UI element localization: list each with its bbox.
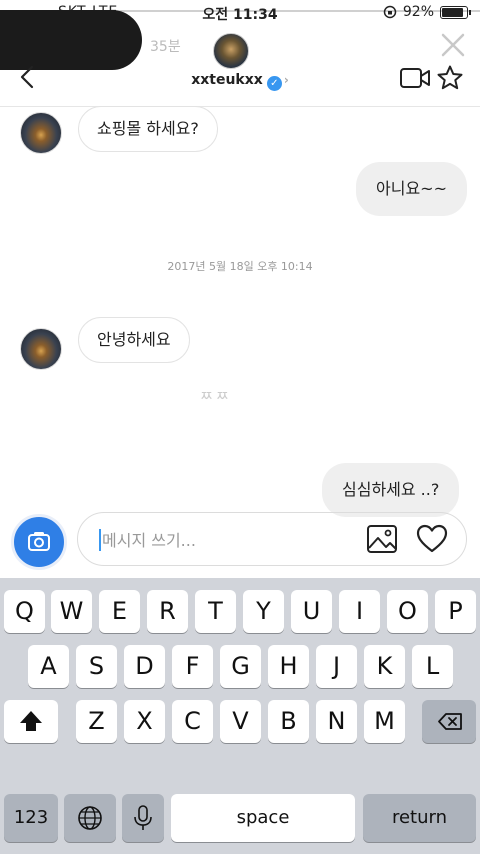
header-avatar[interactable] (213, 33, 249, 69)
key-label: V (232, 707, 249, 735)
key-label: J (332, 652, 341, 680)
header-divider (0, 106, 480, 107)
key-s[interactable]: S (76, 645, 117, 688)
keyboard: Q W E R T Y U I O P A S D F G H J K L Z … (0, 578, 480, 854)
globe-key[interactable] (64, 794, 116, 842)
message-timestamp: 2017년 5월 18일 오후 10:14 (167, 260, 313, 273)
key-label: O (398, 597, 417, 625)
rotation-lock-icon (383, 5, 397, 19)
key-label: X (136, 707, 153, 735)
key-label: 123 (13, 807, 49, 828)
message-input[interactable] (100, 513, 354, 567)
key-a[interactable]: A (28, 645, 69, 688)
status-right: 92% (383, 4, 471, 20)
key-label: W (59, 597, 84, 625)
key-label: Z (88, 707, 105, 735)
story-elapsed-time: 35분 (150, 39, 181, 55)
message-composer[interactable] (77, 512, 467, 567)
key-label: S (88, 652, 105, 680)
key-w[interactable]: W (51, 590, 92, 633)
heart-icon[interactable] (416, 523, 448, 555)
key-r[interactable]: R (147, 590, 188, 633)
message-outgoing: 심심하세요 ..? (322, 463, 460, 517)
key-t[interactable]: T (195, 590, 236, 633)
key-label: Y (256, 597, 271, 625)
key-label: space (236, 807, 290, 828)
key-label: R (159, 597, 176, 625)
key-n[interactable]: N (316, 700, 357, 743)
key-d[interactable]: D (124, 645, 165, 688)
key-v[interactable]: V (220, 700, 261, 743)
key-label: M (374, 707, 395, 735)
dictation-key[interactable] (122, 794, 164, 842)
key-o[interactable]: O (387, 590, 428, 633)
backspace-icon (438, 713, 462, 730)
message-outgoing: 아니요~~ (356, 162, 467, 216)
key-label: N (327, 707, 346, 735)
username: xxteukxx (191, 72, 263, 88)
key-label: return (391, 807, 448, 828)
message-incoming: 안녕하세요 (78, 317, 190, 363)
key-i[interactable]: I (339, 590, 380, 633)
key-f[interactable]: F (172, 645, 213, 688)
key-b[interactable]: B (268, 700, 309, 743)
key-h[interactable]: H (268, 645, 309, 688)
key-j[interactable]: J (316, 645, 357, 688)
key-label: C (184, 707, 201, 735)
key-label: F (185, 652, 200, 680)
video-call-icon[interactable] (399, 66, 431, 90)
key-label: I (355, 597, 364, 625)
space-key[interactable]: space (171, 794, 355, 842)
key-u[interactable]: U (291, 590, 332, 633)
key-label: L (425, 652, 440, 680)
key-k[interactable]: K (364, 645, 405, 688)
globe-icon (78, 806, 102, 830)
redaction-overlay (0, 10, 142, 70)
shift-icon (20, 711, 42, 731)
sender-avatar[interactable] (20, 328, 62, 370)
key-y[interactable]: Y (243, 590, 284, 633)
key-label: K (376, 652, 393, 680)
key-label: Q (15, 597, 34, 625)
key-m[interactable]: M (364, 700, 405, 743)
key-label: E (111, 597, 128, 625)
star-icon[interactable] (436, 64, 464, 92)
key-label: P (448, 597, 463, 625)
camera-icon (28, 532, 50, 551)
key-e[interactable]: E (99, 590, 140, 633)
gallery-icon[interactable] (366, 523, 398, 555)
key-label: U (302, 597, 321, 625)
battery-icon (440, 5, 471, 19)
camera-button[interactable] (11, 514, 67, 570)
key-label: G (231, 652, 250, 680)
shift-key[interactable] (4, 700, 58, 743)
return-key[interactable]: return (363, 794, 476, 842)
key-c[interactable]: C (172, 700, 213, 743)
faded-message-text: ㅉㅉ (200, 389, 232, 405)
key-l[interactable]: L (412, 645, 453, 688)
message-incoming: 쇼핑몰 하세요? (78, 106, 218, 152)
key-label: A (40, 652, 57, 680)
key-label: B (280, 707, 297, 735)
key-g[interactable]: G (220, 645, 261, 688)
key-q[interactable]: Q (4, 590, 45, 633)
key-p[interactable]: P (435, 590, 476, 633)
key-z[interactable]: Z (76, 700, 117, 743)
key-x[interactable]: X (124, 700, 165, 743)
verified-badge-icon: ✓ (266, 76, 282, 91)
close-icon[interactable] (440, 32, 466, 58)
battery-percent: 92% (402, 4, 434, 20)
numbers-key[interactable]: 123 (4, 794, 58, 842)
chevron-right-icon: › (283, 73, 289, 87)
backspace-key[interactable] (422, 700, 476, 743)
sender-avatar[interactable] (20, 112, 62, 154)
key-label: T (208, 597, 223, 625)
key-label: D (135, 652, 154, 680)
key-label: H (279, 652, 298, 680)
microphone-icon (134, 805, 152, 830)
